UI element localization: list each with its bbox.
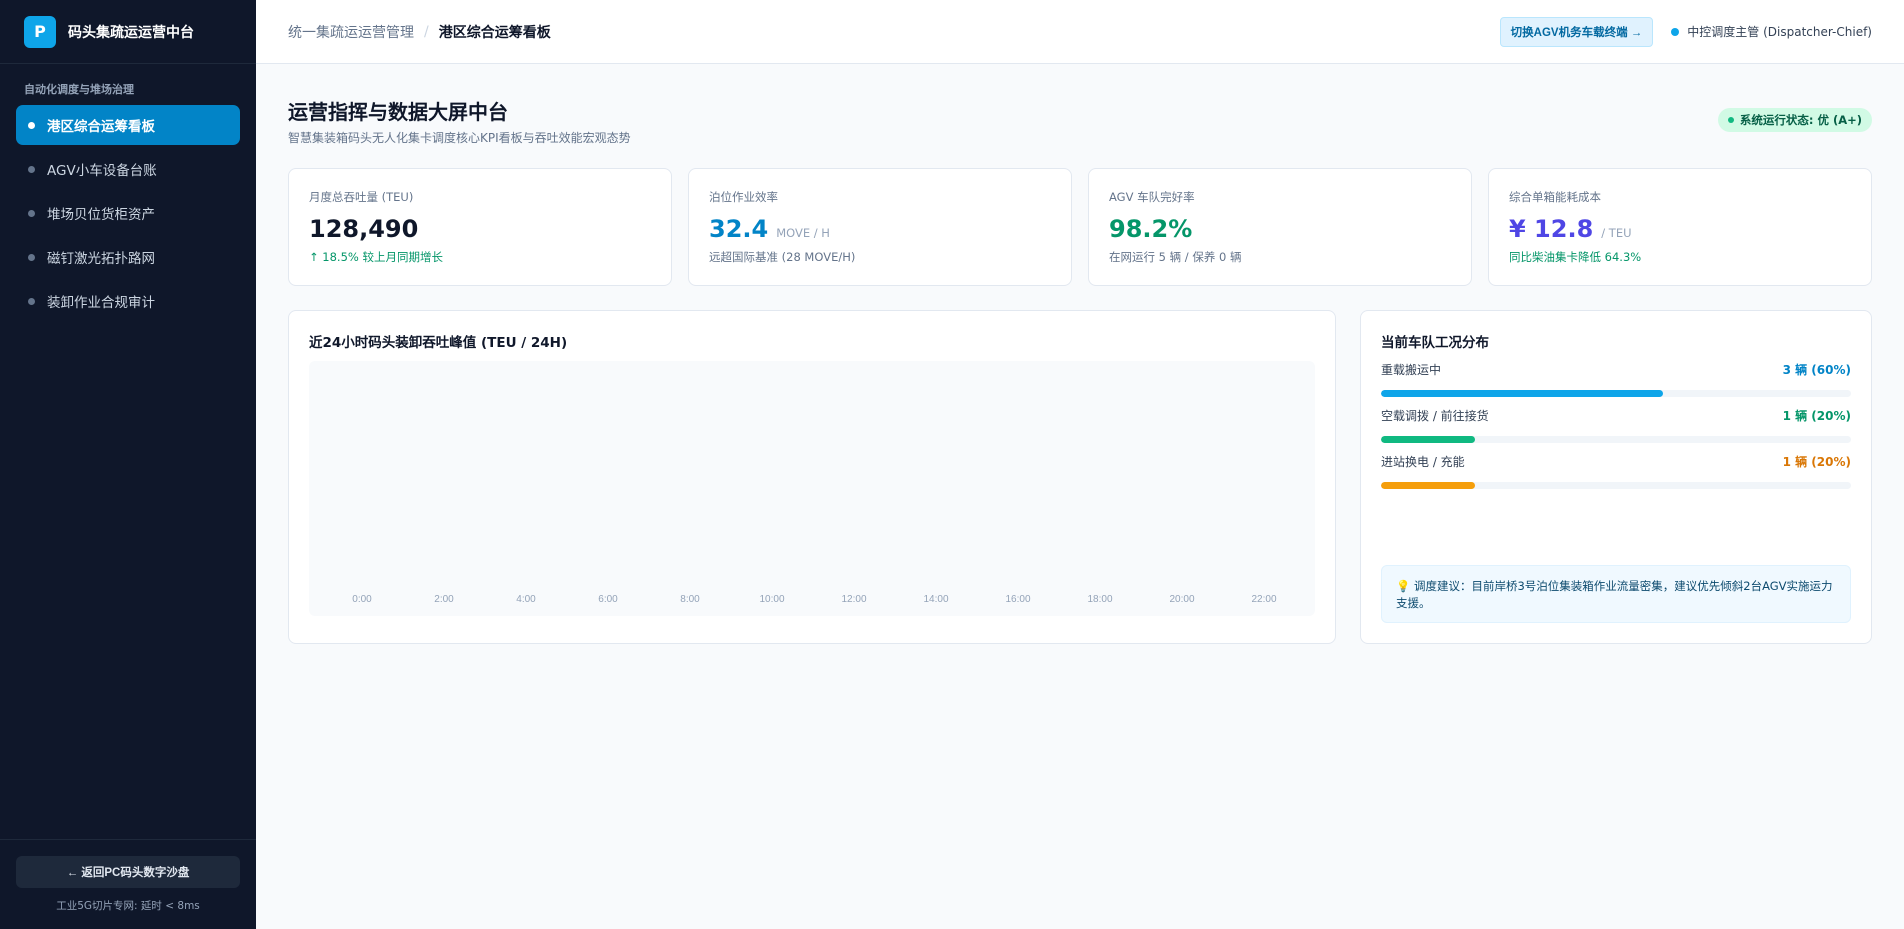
fleet-row-charging: 进站换电 / 充能 1 辆 (20%) (1381, 453, 1851, 489)
kpi-value: 32.4 (709, 215, 769, 243)
kpi-card-fleet-availability: AGV 车队完好率 98.2% 在网运行 5 辆 / 保养 0 辆 (1088, 168, 1472, 286)
content: 运营指挥与数据大屏中台 智慧集装箱码头无人化集卡调度核心KPI看板与吞吐效能宏观… (256, 64, 1904, 644)
page-title: 运营指挥与数据大屏中台 (288, 100, 508, 124)
sidebar-item-agv-ledger[interactable]: AGV小车设备台账 (16, 149, 240, 189)
x-tick-label: 10:00 (759, 594, 784, 605)
fleet-row-empty: 空载调拨 / 前往接货 1 辆 (20%) (1381, 407, 1851, 443)
page-subtitle: 智慧集装箱码头无人化集卡调度核心KPI看板与吞吐效能宏观态势 (288, 131, 631, 145)
chart-svg: 0:00 2:00 4:00 6:00 8:00 10:00 12:00 14:00 16:00… (352, 594, 1277, 605)
sidebar-item-label: 堆场贝位货柜资产 (47, 207, 155, 223)
kpi-note: 同比柴油集卡降低 64.3% (1509, 250, 1642, 264)
user-name: 中控调度主管 (Dispatcher-Chief) (1687, 25, 1872, 39)
bullet-icon (28, 165, 35, 173)
kpi-note: 在网运行 5 辆 / 保养 0 辆 (1109, 250, 1242, 264)
sidebar-item-label: AGV小车设备台账 (47, 163, 157, 179)
sidebar-item-label: 装卸作业合规审计 (47, 295, 155, 311)
progress-fill (1381, 390, 1663, 397)
main-area: 统一集疏运运营管理 / 港区综合运筹看板 切换AGV机务车载终端 → 中控调度主… (256, 0, 1904, 929)
breadcrumb-separator: / (424, 23, 429, 40)
top-right: 切换AGV机务车载终端 → 中控调度主管 (Dispatcher-Chief) (1499, 16, 1872, 47)
kpi-value: 128,490 (309, 215, 419, 243)
lower-panels: 近24小时码头装卸吞吐峰值 (TEU / 24H) 0:00 2:00 4:00 6:… (288, 310, 1872, 644)
sidebar-item-label: 港区综合运筹看板 (47, 119, 155, 135)
kpi-note: ↑ 18.5% 较上月同期增长 (309, 250, 443, 264)
switch-terminal-button[interactable]: 切换AGV机务车载终端 → (1499, 16, 1654, 47)
breadcrumb: 统一集疏运运营管理 / 港区综合运筹看板 (288, 22, 551, 42)
fleet-row-heavy: 重载搬运中 3 辆 (60%) (1381, 361, 1851, 397)
fleet-row-label: 重载搬运中 (1381, 363, 1442, 377)
back-to-sandbox-button[interactable]: ← 返回PC码头数字沙盘 (16, 856, 240, 888)
x-tick-label: 20:00 (1169, 594, 1194, 605)
x-tick-label: 0:00 (352, 594, 372, 605)
fleet-status-panel: 当前车队工况分布 重载搬运中 3 辆 (60%) 空载调拨 / 前往接货 1 辆… (1360, 310, 1872, 644)
kpi-label: 综合单箱能耗成本 (1509, 190, 1601, 204)
sidebar: P 码头集疏运运营中台 自动化调度与堆场治理 港区综合运筹看板 AGV小车设备台… (0, 0, 256, 929)
sidebar-item-label: 磁钉激光拓扑路网 (47, 251, 155, 267)
x-tick-label: 22:00 (1251, 594, 1276, 605)
bullet-icon (28, 121, 35, 129)
kpi-unit: MOVE / H (776, 226, 830, 240)
system-status-badge: 系统运行状态: 优 (A+) (1717, 108, 1872, 132)
progress-track (1381, 390, 1851, 397)
progress-track (1381, 482, 1851, 489)
throughput-chart-panel: 近24小时码头装卸吞吐峰值 (TEU / 24H) 0:00 2:00 4:00 6:… (288, 310, 1336, 644)
kpi-label: 月度总吞吐量 (TEU) (309, 190, 414, 204)
breadcrumb-current: 港区综合运筹看板 (438, 24, 551, 41)
page-header: 运营指挥与数据大屏中台 智慧集装箱码头无人化集卡调度核心KPI看板与吞吐效能宏观… (288, 96, 1872, 146)
kpi-note: 远超国际基准 (28 MOVE/H) (709, 250, 856, 264)
fleet-row-value: 1 辆 (20%) (1782, 409, 1851, 423)
kpi-card-throughput: 月度总吞吐量 (TEU) 128,490 ↑ 18.5% 较上月同期增长 (288, 168, 672, 286)
brand: P 码头集疏运运营中台 (0, 0, 256, 64)
sidebar-item-compliance-audit[interactable]: 装卸作业合规审计 (16, 281, 240, 321)
sidebar-item-dashboard[interactable]: 港区综合运筹看板 (16, 105, 240, 145)
status-dot-icon (1727, 117, 1734, 123)
dispatch-advice: 💡 调度建议：目前岸桥3号泊位集装箱作业流量密集，建议优先倾斜2台AGV实施运力… (1381, 565, 1851, 623)
kpi-label: 泊位作业效率 (709, 190, 778, 204)
kpi-cards: 月度总吞吐量 (TEU) 128,490 ↑ 18.5% 较上月同期增长 泊位作… (288, 168, 1872, 286)
x-tick-label: 4:00 (516, 594, 536, 605)
network-status: 工业5G切片专网: 延时 < 8ms (56, 900, 200, 912)
x-tick-label: 2:00 (434, 594, 454, 605)
x-tick-label: 18:00 (1087, 594, 1112, 605)
brand-name: 码头集疏运运营中台 (68, 24, 194, 41)
kpi-card-berth-efficiency: 泊位作业效率 32.4 MOVE / H 远超国际基准 (28 MOVE/H) (688, 168, 1072, 286)
user-info[interactable]: 中控调度主管 (Dispatcher-Chief) (1671, 23, 1872, 40)
fleet-row-value: 3 辆 (60%) (1782, 363, 1851, 377)
sidebar-footer: ← 返回PC码头数字沙盘 工业5G切片专网: 延时 < 8ms (0, 839, 256, 929)
kpi-value: ¥ 12.8 (1509, 215, 1594, 243)
progress-fill (1381, 482, 1475, 489)
fleet-row-label: 空载调拨 / 前往接货 (1381, 409, 1489, 423)
breadcrumb-root[interactable]: 统一集疏运运营管理 (288, 22, 414, 42)
x-tick-label: 16:00 (1005, 594, 1030, 605)
top-bar: 统一集疏运运营管理 / 港区综合运筹看板 切换AGV机务车载终端 → 中控调度主… (256, 0, 1904, 64)
fleet-row-value: 1 辆 (20%) (1782, 455, 1851, 469)
bullet-icon (28, 209, 35, 217)
bullet-icon (28, 297, 35, 305)
sidebar-nav: 港区综合运筹看板 AGV小车设备台账 堆场贝位货柜资产 磁钉激光拓扑路网 装卸作… (0, 105, 256, 839)
x-tick-label: 12:00 (841, 594, 866, 605)
fleet-row-label: 进站换电 / 充能 (1381, 455, 1465, 469)
x-tick-label: 6:00 (598, 594, 618, 605)
kpi-unit: / TEU (1601, 226, 1632, 240)
kpi-card-energy-cost: 综合单箱能耗成本 ¥ 12.8 / TEU 同比柴油集卡降低 64.3% (1488, 168, 1872, 286)
x-tick-label: 8:00 (680, 594, 700, 605)
brand-logo: P (24, 15, 56, 48)
system-status-text: 系统运行状态: 优 (A+) (1739, 113, 1862, 127)
x-tick-label: 14:00 (923, 594, 948, 605)
sidebar-item-road-network[interactable]: 磁钉激光拓扑路网 (16, 237, 240, 277)
progress-track (1381, 436, 1851, 443)
bullet-icon (28, 253, 35, 261)
nav-section-title: 自动化调度与堆场治理 (24, 83, 134, 96)
kpi-value: 98.2% (1109, 215, 1193, 243)
sidebar-item-yard-assets[interactable]: 堆场贝位货柜资产 (16, 193, 240, 233)
progress-fill (1381, 436, 1475, 443)
fleet-title: 当前车队工况分布 (1381, 335, 1489, 351)
chart-title: 近24小时码头装卸吞吐峰值 (TEU / 24H) (309, 335, 568, 351)
throughput-chart: 0:00 2:00 4:00 6:00 8:00 10:00 12:00 14:00 16:00… (309, 361, 1315, 616)
online-status-icon (1671, 27, 1680, 36)
kpi-label: AGV 车队完好率 (1109, 190, 1195, 204)
